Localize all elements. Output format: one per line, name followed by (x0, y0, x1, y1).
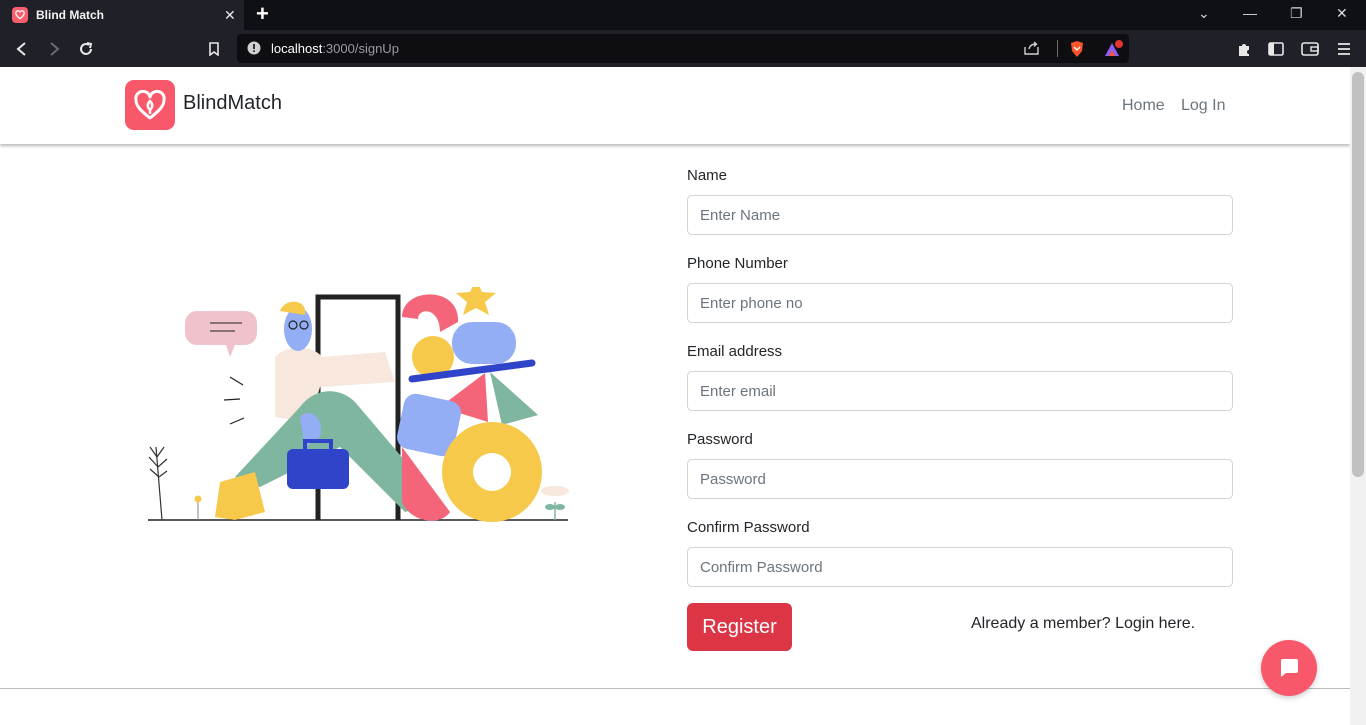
back-icon[interactable] (12, 39, 32, 59)
confirm-password-label: Confirm Password (687, 519, 810, 536)
extensions-icon[interactable] (1234, 39, 1254, 59)
page-scrollbar[interactable] (1350, 67, 1366, 725)
page: BlindMatch Home Log In Name Enter Name P… (0, 67, 1350, 725)
browser-toolbar: localhost:3000/signUp (0, 30, 1366, 67)
url-text: localhost:3000/signUp (271, 41, 399, 56)
divider (1057, 40, 1058, 57)
brave-shields-icon[interactable] (1069, 40, 1085, 63)
tab-title: Blind Match (36, 8, 104, 22)
signup-illustration (148, 287, 569, 522)
forward-icon[interactable] (44, 39, 64, 59)
close-window-button[interactable]: ✕ (1336, 5, 1348, 22)
menu-icon[interactable] (1334, 39, 1354, 59)
address-bar[interactable]: localhost:3000/signUp (237, 34, 1129, 63)
heart-icon[interactable] (125, 80, 175, 130)
name-input[interactable] (687, 195, 1233, 235)
nav-login-link[interactable]: Log In (1181, 97, 1225, 115)
tab-search-icon[interactable]: ⌄ (1198, 5, 1210, 22)
bookmark-icon[interactable] (204, 39, 224, 59)
login-link[interactable]: Already a member? Login here. (971, 615, 1195, 633)
browser-tab-bar: Blind Match ✕ + ⌄ — ❐ ✕ (0, 0, 1366, 30)
brave-rewards-icon[interactable] (1103, 40, 1123, 63)
minimize-button[interactable]: — (1243, 5, 1257, 21)
nav-home-link[interactable]: Home (1122, 97, 1165, 115)
wallet-icon[interactable] (1300, 39, 1320, 59)
footer-divider (0, 688, 1350, 689)
share-icon[interactable] (1024, 41, 1040, 60)
navbar: BlindMatch Home Log In (0, 67, 1350, 144)
name-label: Name (687, 167, 728, 184)
reload-icon[interactable] (76, 39, 96, 59)
favicon-heart-icon (12, 7, 28, 23)
phone-label: Phone Number (687, 255, 788, 272)
restore-button[interactable]: ❐ (1290, 5, 1303, 22)
new-tab-button[interactable]: + (256, 3, 269, 25)
password-input[interactable] (687, 459, 1233, 499)
phone-input[interactable] (687, 283, 1233, 323)
browser-tab[interactable]: Blind Match ✕ (0, 0, 244, 30)
register-button[interactable]: Register (687, 603, 792, 651)
sidebar-icon[interactable] (1266, 39, 1286, 59)
chat-bubble-icon[interactable] (1261, 640, 1317, 696)
confirm-password-input[interactable] (687, 547, 1233, 587)
scrollbar-thumb[interactable] (1352, 72, 1364, 477)
tab-close-icon[interactable]: ✕ (224, 6, 236, 24)
brand-name[interactable]: BlindMatch (183, 92, 282, 115)
email-label: Email address (687, 343, 783, 360)
email-input[interactable] (687, 371, 1233, 411)
password-label: Password (687, 431, 753, 448)
site-info-icon[interactable] (247, 41, 261, 60)
